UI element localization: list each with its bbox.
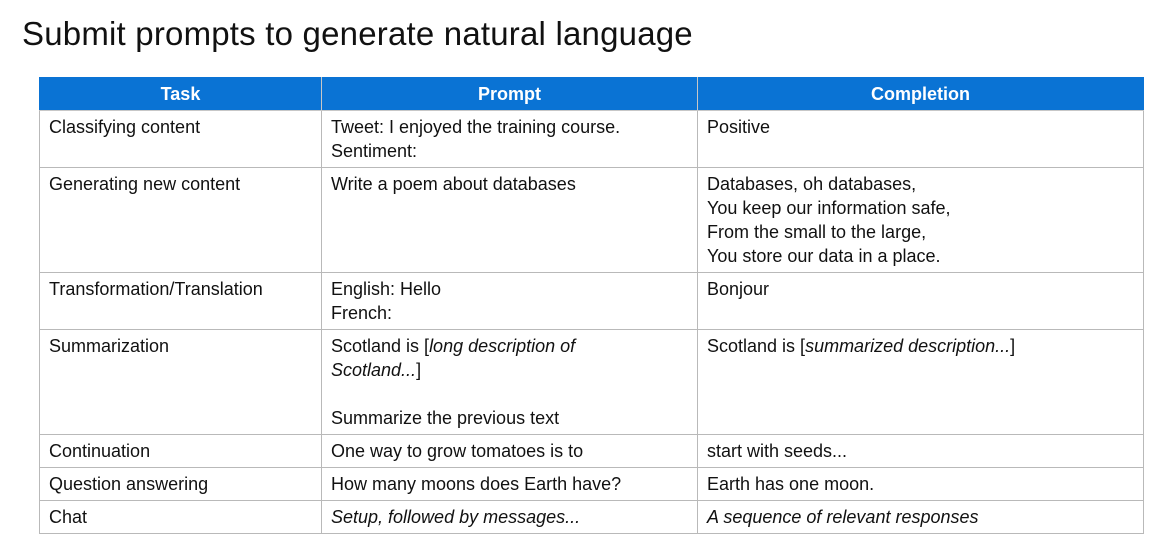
completion-cell: Earth has one moon. (697, 467, 1144, 501)
prompt-line: Setup, followed by messages... (331, 507, 581, 527)
prompt-cell: Setup, followed by messages... (321, 500, 698, 534)
table-header: Task Prompt Completion (39, 77, 1144, 111)
prompt-cell: How many moons does Earth have? (321, 467, 698, 501)
page-title: Submit prompts to generate natural langu… (22, 15, 693, 52)
completion-lead: Scotland is [ (707, 336, 806, 356)
prompt-italic: Scotland... (331, 360, 417, 380)
task-text: Continuation (49, 441, 151, 461)
task-text: Summarization (49, 336, 170, 356)
completion-line: You store our data in a place. (707, 246, 941, 266)
task-text: Transformation/Translation (49, 279, 263, 299)
table-row: Classifying content Tweet: I enjoyed the… (39, 110, 1144, 168)
task-text: Classifying content (49, 117, 201, 137)
prompt-cell: Tweet: I enjoyed the training course. Se… (321, 110, 698, 168)
completion-cell: A sequence of relevant responses (697, 500, 1144, 534)
prompt-cell: English: Hello French: (321, 272, 698, 330)
header-row: Task Prompt Completion (39, 77, 1144, 111)
prompt-line: Scotland is [long description of (331, 334, 689, 358)
prompt-cell: Scotland is [long description of Scotlan… (321, 329, 698, 435)
header-task: Task (39, 77, 322, 111)
task-text: Generating new content (49, 174, 241, 194)
completion-close: ] (1010, 336, 1016, 356)
completion-cell: start with seeds... (697, 434, 1144, 468)
completion-line: Scotland is [summarized description...] (707, 334, 1135, 358)
prompt-line: French: (331, 303, 393, 323)
completion-line: You keep our information safe, (707, 198, 951, 218)
prompt-line: One way to grow tomatoes is to (331, 441, 584, 461)
table-row: Summarization Scotland is [long descript… (39, 329, 1144, 435)
prompt-cell: One way to grow tomatoes is to (321, 434, 698, 468)
completion-line: Databases, oh databases, (707, 174, 917, 194)
task-cell: Transformation/Translation (39, 272, 322, 330)
task-text: Question answering (49, 474, 209, 494)
completion-line: From the small to the large, (707, 222, 927, 242)
table-row: Generating new content Write a poem abou… (39, 167, 1144, 273)
table-row: Transformation/Translation English: Hell… (39, 272, 1144, 330)
header-completion: Completion (697, 77, 1144, 111)
completion-line: Positive (707, 117, 771, 137)
prompt-cell: Write a poem about databases (321, 167, 698, 273)
prompt-line: Scotland...] (331, 358, 689, 382)
prompt-line: Summarize the previous text (331, 408, 560, 428)
prompt-line: Sentiment: (331, 141, 418, 161)
task-text: Chat (49, 507, 88, 527)
task-cell: Classifying content (39, 110, 322, 168)
completion-cell: Databases, oh databases, You keep our in… (697, 167, 1144, 273)
prompt-examples-table: Task Prompt Completion Classifying conte… (39, 77, 1144, 534)
task-cell: Continuation (39, 434, 322, 468)
prompt-line: Tweet: I enjoyed the training course. (331, 117, 621, 137)
prompt-line: English: Hello (331, 279, 442, 299)
prompt-spacer (331, 382, 689, 406)
completion-line: start with seeds... (707, 441, 848, 461)
table-row: Continuation One way to grow tomatoes is… (39, 434, 1144, 468)
task-cell: Question answering (39, 467, 322, 501)
completion-cell: Bonjour (697, 272, 1144, 330)
completion-cell: Positive (697, 110, 1144, 168)
completion-line: Earth has one moon. (707, 474, 875, 494)
table-body: Classifying content Tweet: I enjoyed the… (39, 110, 1144, 534)
prompt-line: Write a poem about databases (331, 174, 576, 194)
task-cell: Generating new content (39, 167, 322, 273)
table-row: Question answering How many moons does E… (39, 467, 1144, 501)
task-cell: Summarization (39, 329, 322, 435)
completion-line: Bonjour (707, 279, 770, 299)
task-cell: Chat (39, 500, 322, 534)
prompt-italic: long description of (429, 336, 576, 356)
completion-line: A sequence of relevant responses (707, 507, 979, 527)
prompt-lead: Scotland is [ (331, 336, 430, 356)
prompt-line: How many moons does Earth have? (331, 474, 622, 494)
completion-cell: Scotland is [summarized description...] (697, 329, 1144, 435)
table-row: Chat Setup, followed by messages... A se… (39, 500, 1144, 534)
header-prompt: Prompt (321, 77, 698, 111)
prompt-close: ] (416, 360, 422, 380)
completion-italic: summarized description... (805, 336, 1011, 356)
